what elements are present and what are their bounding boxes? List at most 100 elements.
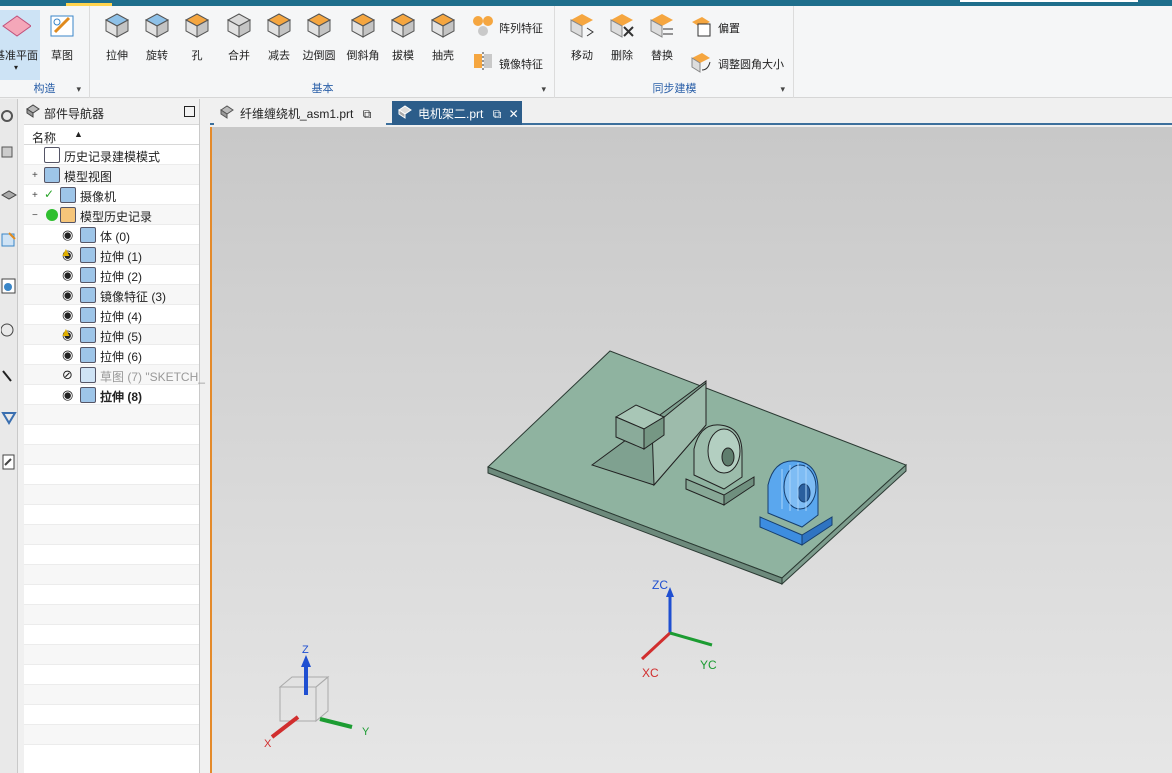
visibility-eye-icon[interactable]: ◉	[62, 227, 78, 243]
sketch-button[interactable]: 草图	[42, 10, 82, 63]
sketch-label: 草图	[51, 50, 73, 62]
tree-node[interactable]: ◉ 拉伸 (8)	[24, 385, 199, 405]
unite-button[interactable]: 合并	[219, 10, 259, 63]
resize-blend-icon	[691, 53, 711, 73]
view-triad[interactable]: Z X Y	[264, 644, 370, 750]
part-navigator: 部件导航器 名称 ▲ 历史记录建模模式 + 模型视图 + ✓ 摄像机 − 模型历史记录 ◉ 体 (…	[24, 99, 205, 773]
group-expand-icon[interactable]: ▾	[541, 84, 546, 95]
history-icon[interactable]	[1, 321, 17, 339]
visibility-eye-icon[interactable]: ◉	[62, 307, 78, 323]
close-icon[interactable]: ✕	[509, 107, 519, 121]
graphics-window[interactable]: ZC XC YC Z X Y	[210, 127, 1172, 773]
maximize-icon[interactable]	[184, 106, 195, 117]
subtract-label: 减去	[268, 50, 290, 62]
tab-assembly-part[interactable]: 纤维缠绕机_asm1.prt ⧉	[214, 101, 386, 125]
group-expand-icon[interactable]: ▾	[76, 84, 81, 95]
extrude-icon	[104, 13, 130, 38]
revolve-icon	[144, 13, 170, 38]
sketch-icon	[80, 367, 96, 383]
tree-node[interactable]: + 模型视图	[24, 165, 199, 185]
sync-modeling-group: 移动 删除 替换 偏置 调整圆角大小 同步建模 ▾	[556, 6, 794, 98]
edge-blend-label: 边倒圆	[302, 50, 336, 62]
expand-toggle-icon[interactable]: +	[32, 170, 38, 181]
hidden-eye-icon[interactable]: ⊘	[62, 367, 78, 383]
extrude-icon	[80, 347, 96, 363]
tree-node-label: 体 (0)	[100, 230, 131, 244]
revolve-label: 旋转	[146, 50, 168, 62]
pattern-feature-label: 阵列特征	[499, 23, 543, 35]
sort-ascending-icon: ▲	[74, 129, 83, 139]
move-face-button[interactable]: 移动	[562, 10, 602, 63]
modified-icon: ⧉	[492, 107, 502, 121]
roles-icon[interactable]	[1, 453, 17, 471]
visibility-eye-icon[interactable]: ◉	[62, 267, 78, 283]
tree-node[interactable]: ◉ 镜像特征 (3)	[24, 285, 199, 305]
move-face-icon	[570, 14, 594, 38]
settings-icon[interactable]	[1, 107, 17, 125]
revolve-button[interactable]: 旋转	[137, 10, 177, 63]
draft-button[interactable]: 拔模	[383, 10, 423, 63]
name-column-header[interactable]: 名称 ▲	[24, 125, 199, 145]
shell-icon	[430, 13, 456, 38]
search-box-edge[interactable]	[960, 0, 1138, 2]
warning-icon: ▲	[60, 245, 72, 259]
replace-face-button[interactable]: 替换	[642, 10, 682, 63]
process-studio-icon[interactable]	[1, 367, 17, 385]
tree-node[interactable]: ◉ 拉伸 (4)	[24, 305, 199, 325]
part-navigator-icon[interactable]	[1, 189, 17, 207]
offset-region-label: 偏置	[718, 23, 740, 35]
expand-toggle-icon[interactable]: +	[32, 190, 38, 201]
resize-blend-label: 调整圆角大小	[718, 59, 784, 71]
visibility-eye-icon[interactable]: ◉	[62, 387, 78, 403]
web-browser-icon[interactable]	[1, 277, 17, 295]
camera-icon	[60, 187, 76, 203]
tree-node[interactable]: − 模型历史记录	[24, 205, 199, 225]
modified-icon: ⧉	[362, 107, 372, 121]
tree-node-label: 拉伸 (6)	[100, 350, 143, 364]
empty-row	[24, 605, 199, 625]
tree-node[interactable]: ◉ 体 (0)	[24, 225, 199, 245]
datum-plane-button[interactable]: 基准平面 ▾	[0, 10, 40, 80]
view-icon	[44, 167, 60, 183]
check-icon: ✓	[44, 187, 55, 201]
delete-face-button[interactable]: 删除	[602, 10, 642, 63]
column-label: 名称	[32, 131, 57, 145]
tab-motor-frame-part[interactable]: 电机架二.prt ⧉ ✕	[392, 101, 522, 125]
empty-row	[24, 585, 199, 605]
tree-node[interactable]: 历史记录建模模式	[24, 145, 199, 165]
status-dot-icon	[46, 209, 58, 221]
expand-toggle-icon[interactable]: −	[32, 210, 38, 221]
edge-blend-button[interactable]: 边倒圆	[299, 10, 339, 63]
tree-node[interactable]: ◉ 拉伸 (2)	[24, 265, 199, 285]
tree-node[interactable]: ⊘ 草图 (7) "SKETCH_	[24, 365, 205, 385]
tree-node-label: 摄像机	[80, 190, 117, 204]
draft-icon	[390, 13, 416, 38]
shell-button[interactable]: 抽壳	[423, 10, 463, 63]
part-navigator-icon	[26, 104, 40, 118]
document-tabs: 纤维缠绕机_asm1.prt ⧉ 电机架二.prt ⧉ ✕	[210, 99, 1172, 125]
constraint-navigator-icon[interactable]	[1, 231, 17, 249]
group-expand-icon[interactable]: ▾	[780, 84, 785, 95]
hole-button[interactable]: 孔	[177, 10, 217, 63]
tree-node[interactable]: ◉ 拉伸 (6)	[24, 345, 199, 365]
subtract-button[interactable]: 减去	[259, 10, 299, 63]
replace-face-label: 替换	[651, 50, 673, 62]
empty-row	[24, 525, 199, 545]
chamfer-button[interactable]: 倒斜角	[343, 10, 383, 63]
chamfer-label: 倒斜角	[346, 50, 380, 62]
tree-node[interactable]: + ✓ 摄像机	[24, 185, 199, 205]
empty-row	[24, 725, 199, 745]
visibility-eye-icon[interactable]: ◉	[62, 287, 78, 303]
model-canvas[interactable]: ZC XC YC Z X Y	[212, 127, 1172, 773]
empty-row	[24, 445, 199, 465]
reuse-library-icon[interactable]	[1, 409, 17, 427]
resource-bar	[0, 99, 18, 773]
unite-label: 合并	[228, 50, 250, 62]
navigator-title: 部件导航器	[44, 107, 105, 121]
extrude-button[interactable]: 拉伸	[97, 10, 137, 63]
tree-node[interactable]: ◉ ▲ 拉伸 (1)	[24, 245, 199, 265]
tree-node[interactable]: ◉ ▲ 拉伸 (5)	[24, 325, 199, 345]
visibility-eye-icon[interactable]: ◉	[62, 347, 78, 363]
navigator-header: 部件导航器	[24, 99, 199, 125]
assembly-navigator-icon[interactable]	[1, 143, 17, 161]
